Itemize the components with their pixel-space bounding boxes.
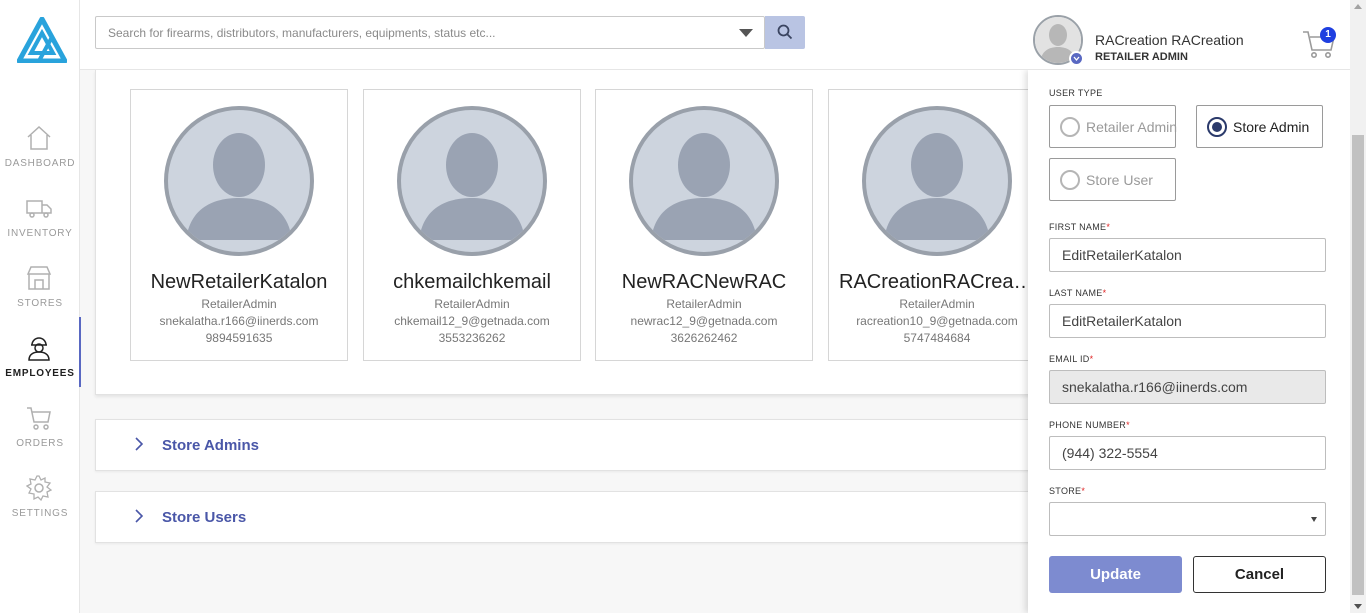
page-scrollbar[interactable] (1350, 0, 1366, 613)
user-placeholder-icon (884, 133, 990, 240)
avatar (862, 106, 1012, 256)
user-placeholder-icon (419, 133, 525, 240)
user-type-label: USER TYPE (1049, 88, 1103, 98)
sidebar-item-label: STORES (17, 298, 63, 309)
cancel-button[interactable]: Cancel (1193, 556, 1326, 593)
chevron-down-icon[interactable] (739, 29, 753, 37)
chevron-right-icon (135, 509, 144, 523)
employee-email: racreation10_9@getnada.com (856, 314, 1018, 328)
email-field (1049, 370, 1326, 404)
user-placeholder-icon (186, 133, 292, 240)
employee-phone: 9894591635 (205, 331, 273, 345)
employee-phone: 3553236262 (438, 331, 506, 345)
truck-icon (26, 200, 52, 218)
sidebar: DASHBOARD INVENTORY STORES EMPLOYEES ORD… (0, 0, 81, 613)
sidebar-item-inventory[interactable]: INVENTORY (0, 195, 80, 265)
employee-card[interactable]: NewRACNewRAC RetailerAdmin newrac12_9@ge… (595, 89, 813, 361)
employee-role: RetailerAdmin (666, 297, 742, 311)
user-role: RETAILER ADMIN (1095, 51, 1188, 63)
phone-field[interactable] (1049, 436, 1326, 470)
radio-retailer-admin[interactable]: Retailer Admin (1049, 105, 1178, 148)
gear-icon (26, 475, 52, 501)
avatar (397, 106, 547, 256)
employee-role: RetailerAdmin (201, 297, 277, 311)
radio-circle (1060, 117, 1080, 137)
sidebar-item-dashboard[interactable]: DASHBOARD (0, 125, 80, 195)
radio-store-user[interactable]: Store User (1049, 158, 1176, 201)
employee-name: RACreationRACreation (839, 271, 1035, 293)
employee-phone: 3626262462 (670, 331, 738, 345)
first-name-field[interactable] (1049, 238, 1326, 272)
employee-name: chkemailchkemail (393, 271, 551, 293)
store-icon (26, 266, 52, 290)
sidebar-item-stores[interactable]: STORES (0, 265, 80, 335)
search-input[interactable] (96, 17, 726, 48)
store-label: STORE* (1049, 486, 1086, 496)
cart-icon (27, 407, 51, 430)
employee-card[interactable]: RACreationRACreation RetailerAdmin racre… (828, 89, 1046, 361)
employee-name: NewRACNewRAC (621, 271, 787, 293)
sidebar-item-settings[interactable]: SETTINGS (0, 475, 80, 545)
sidebar-item-employees[interactable]: EMPLOYEES (0, 317, 81, 405)
logo-icon (16, 16, 68, 64)
sidebar-item-label: DASHBOARD (4, 158, 76, 169)
chevron-down-icon (1311, 517, 1317, 522)
last-name-field[interactable] (1049, 304, 1326, 338)
search-button[interactable] (765, 16, 805, 49)
first-name-label: FIRST NAME* (1049, 222, 1111, 232)
home-icon (27, 125, 51, 150)
sidebar-item-label: EMPLOYEES (5, 368, 75, 379)
employee-name: NewRetailerKatalon (150, 271, 328, 293)
scroll-down-arrow[interactable] (1354, 604, 1362, 609)
scroll-up-arrow[interactable] (1354, 4, 1362, 9)
accordion-label: Store Users (162, 509, 247, 526)
radio-circle (1207, 117, 1227, 137)
last-name-label: LAST NAME* (1049, 288, 1107, 298)
employee-card[interactable]: NewRetailerKatalon RetailerAdmin snekala… (130, 89, 348, 361)
phone-label: PHONE NUMBER* (1049, 420, 1130, 430)
employees-card: NewRetailerKatalon RetailerAdmin snekala… (95, 70, 1095, 395)
chevron-right-icon (135, 437, 144, 451)
sidebar-item-orders[interactable]: ORDERS (0, 405, 80, 475)
accordion-store-admins[interactable]: Store Admins (95, 419, 1095, 471)
scroll-thumb[interactable] (1352, 135, 1364, 595)
employee-role: RetailerAdmin (434, 297, 510, 311)
store-select[interactable] (1049, 502, 1326, 536)
edit-employee-panel: USER TYPE Retailer Admin Store Admin Sto… (1028, 70, 1350, 613)
employee-card[interactable]: chkemailchkemail RetailerAdmin chkemail1… (363, 89, 581, 361)
employee-phone: 5747484684 (903, 331, 971, 345)
update-button[interactable]: Update (1049, 556, 1182, 593)
chevron-down-icon (1073, 56, 1080, 62)
top-bar: RACreation RACreation RETAILER ADMIN 1 (80, 0, 1350, 70)
app-logo[interactable] (16, 16, 68, 64)
employee-icon (28, 337, 50, 361)
employee-email: snekalatha.r166@iinerds.com (159, 314, 319, 328)
accordion-store-users[interactable]: Store Users (95, 491, 1095, 543)
user-placeholder-icon (651, 133, 757, 240)
employee-role: RetailerAdmin (899, 297, 975, 311)
profile-menu-toggle[interactable] (1069, 51, 1084, 66)
sidebar-item-label: ORDERS (16, 438, 64, 449)
sidebar-item-label: INVENTORY (7, 228, 73, 239)
sidebar-item-label: SETTINGS (11, 508, 69, 519)
search-box (95, 16, 765, 49)
radio-circle (1060, 170, 1080, 190)
employee-email: chkemail12_9@getnada.com (394, 314, 550, 328)
accordion-label: Store Admins (162, 437, 259, 454)
email-label: EMAIL ID* (1049, 354, 1094, 364)
radio-label: Store User (1086, 172, 1153, 188)
user-name[interactable]: RACreation RACreation (1095, 32, 1244, 48)
radio-label: Retailer Admin (1086, 119, 1178, 135)
cart-count-badge: 1 (1320, 27, 1336, 43)
employee-email: newrac12_9@getnada.com (630, 314, 778, 328)
radio-store-admin[interactable]: Store Admin (1196, 105, 1323, 148)
radio-label: Store Admin (1233, 119, 1310, 135)
avatar (629, 106, 779, 256)
avatar (164, 106, 314, 256)
search-icon (777, 24, 793, 40)
